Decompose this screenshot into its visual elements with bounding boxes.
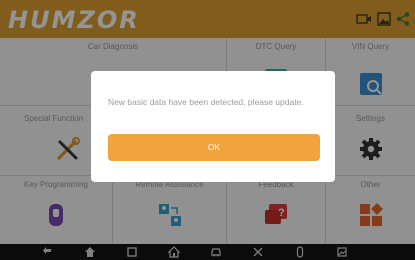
ok-button[interactable]: OK [108,134,320,161]
dialog-message: New basic data have been detected, pleas… [108,97,304,107]
update-dialog: New basic data have been detected, pleas… [91,71,335,182]
app-screen: HUMZOR Car Diagnosis DTC Query VIN Query… [0,0,415,260]
